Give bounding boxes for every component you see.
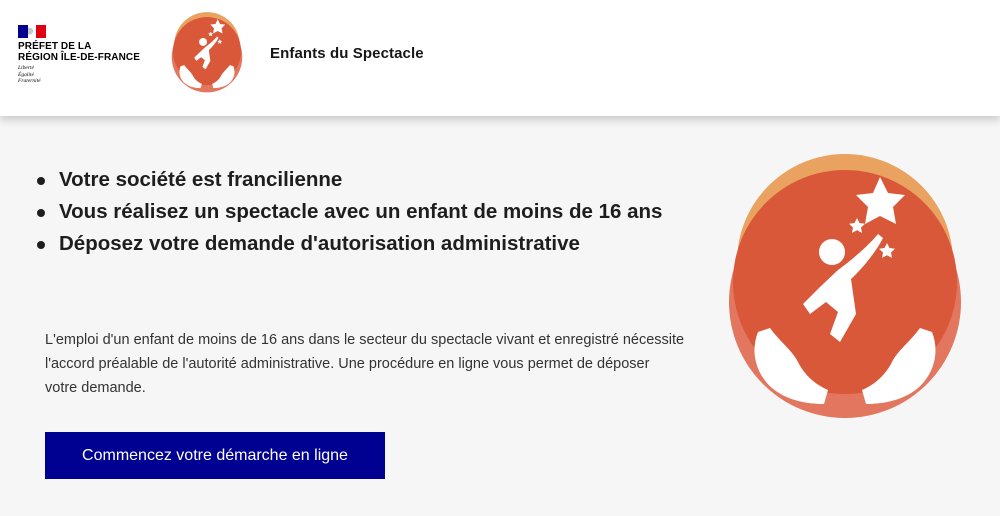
child-reaching-star-icon bbox=[729, 154, 961, 418]
motto-fraternite: Fraternité bbox=[18, 78, 41, 84]
bullet-icon bbox=[37, 177, 45, 185]
list-item-text: Votre société est francilienne bbox=[59, 168, 343, 191]
list-item: Votre société est francilienne bbox=[35, 166, 675, 194]
list-item-text: Vous réalisez un spectacle avec un enfan… bbox=[59, 200, 663, 223]
bullet-icon bbox=[37, 209, 45, 217]
child-reaching-star-icon bbox=[171, 12, 243, 93]
site-logo[interactable] bbox=[169, 10, 245, 94]
list-item: Vous réalisez un spectacle avec un enfan… bbox=[35, 198, 675, 226]
bullet-icon bbox=[37, 241, 45, 249]
prefecture-name-line-1: Préfet de la bbox=[18, 41, 92, 52]
site-title[interactable]: Enfants du Spectacle bbox=[270, 45, 424, 62]
site-header: Préfet de la Région Île-de-France Libert… bbox=[0, 0, 1000, 116]
marianne-flag-icon bbox=[18, 25, 46, 38]
prefecture-name-line-2: Région Île-de-France bbox=[18, 52, 140, 63]
hero-illustration bbox=[720, 152, 970, 418]
intro-paragraph: L'emploi d'un enfant de moins de 16 ans … bbox=[45, 332, 685, 396]
main-content: Votre société est francilienne Vous réal… bbox=[0, 116, 1000, 516]
republic-motto: Liberté Égalité Fraternité bbox=[18, 65, 41, 85]
list-item: Déposez votre demande d'autorisation adm… bbox=[35, 230, 675, 258]
start-procedure-button[interactable]: Commencez votre démarche en ligne bbox=[45, 432, 385, 479]
key-points-list: Votre société est francilienne Vous réal… bbox=[35, 166, 675, 262]
list-item-text: Déposez votre demande d'autorisation adm… bbox=[59, 232, 580, 255]
prefecture-name: Préfet de la Région Île-de-France bbox=[18, 41, 140, 63]
